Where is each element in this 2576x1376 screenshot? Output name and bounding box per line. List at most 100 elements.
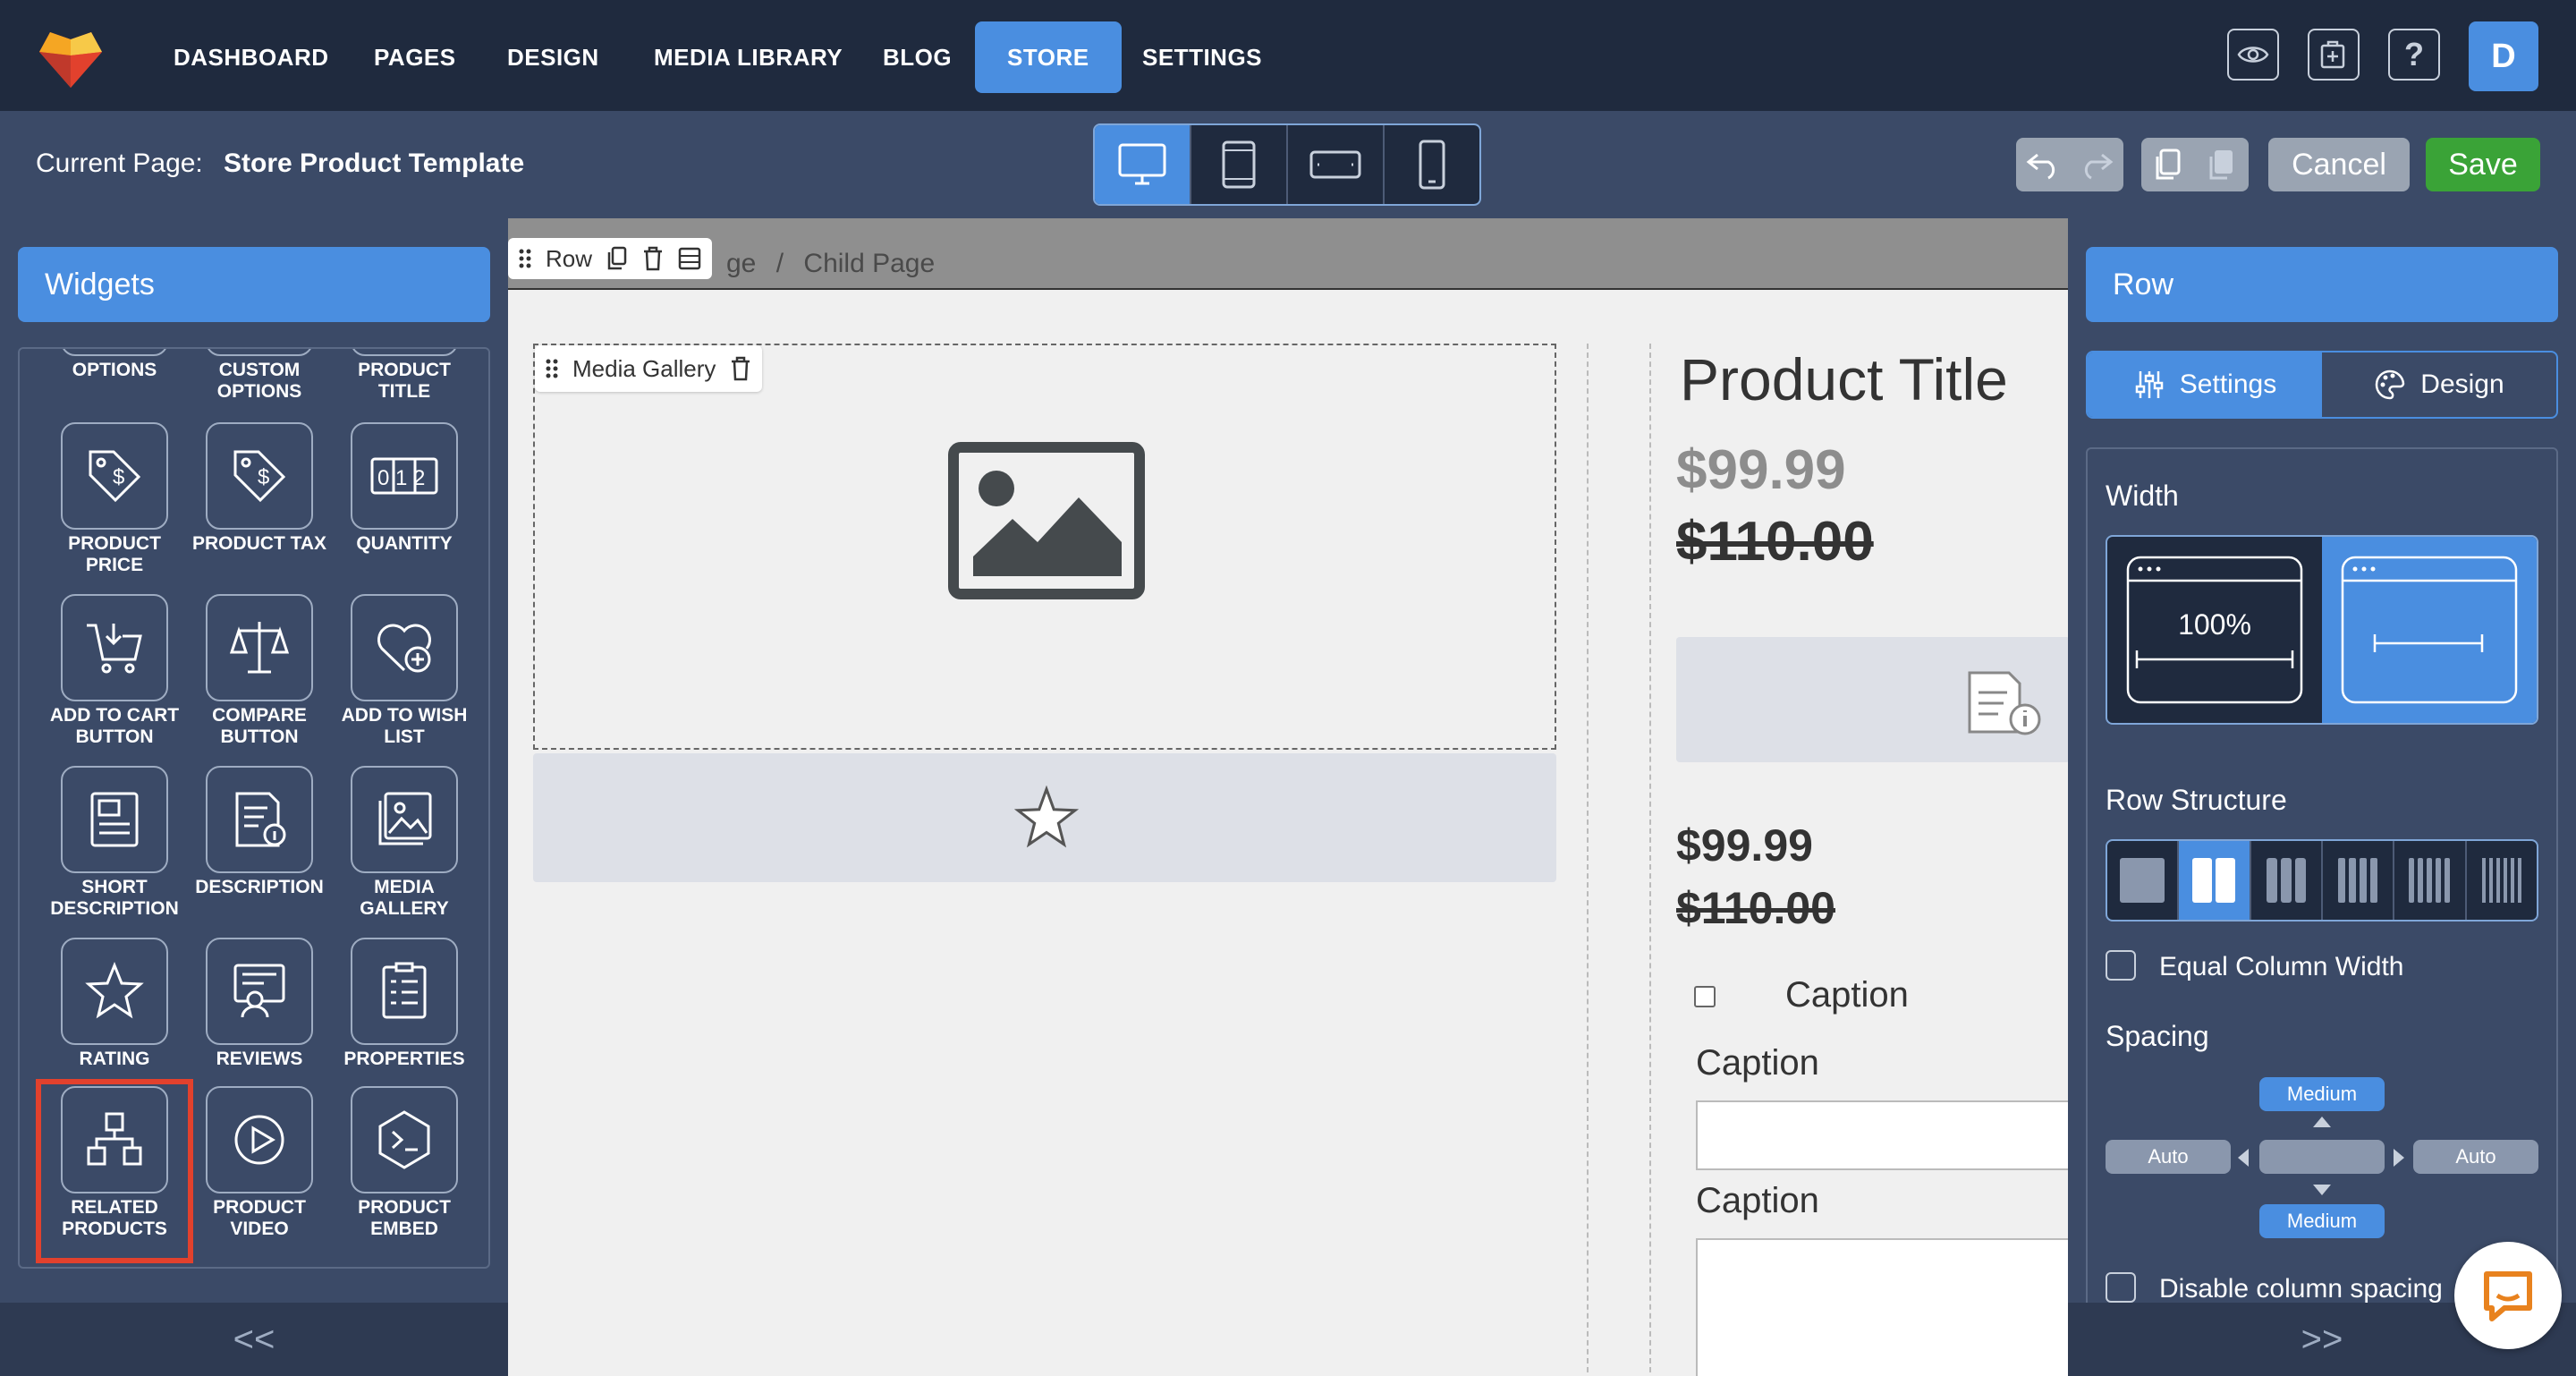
scale-icon [206, 594, 313, 701]
widget-rating[interactable]: RATING [43, 938, 186, 1070]
widget-product-title[interactable]: PRODUCT TITLE [333, 349, 476, 403]
drag-handle-icon[interactable] [519, 248, 531, 269]
structure-5-col[interactable] [2394, 841, 2467, 920]
cancel-button[interactable]: Cancel [2268, 138, 2410, 191]
width-full-option[interactable]: 100% [2107, 537, 2322, 723]
tab-settings[interactable]: Settings [2088, 352, 2322, 417]
preview-eye-button[interactable] [2227, 29, 2279, 81]
collapse-left-button[interactable]: << [0, 1303, 508, 1376]
save-button[interactable]: Save [2426, 138, 2540, 191]
widget-compare[interactable]: COMPARE BUTTON [188, 594, 331, 748]
widget-add-to-cart[interactable]: ADD TO CART BUTTON [43, 594, 186, 748]
row-structure-selector [2106, 839, 2538, 922]
rating-widget-placeholder[interactable] [533, 753, 1556, 882]
widget-product-embed[interactable]: PRODUCT EMBED [333, 1086, 476, 1240]
caption-input-label: Caption [1696, 1043, 1819, 1083]
chat-widget-button[interactable] [2454, 1242, 2562, 1349]
spacing-top-select[interactable]: Medium [2259, 1077, 2385, 1111]
widgets-header[interactable]: Widgets [18, 247, 490, 322]
tablet-view-button[interactable] [1191, 125, 1288, 204]
mobile-icon [1419, 140, 1445, 190]
row-tool-label: Row [546, 244, 593, 272]
paste-icon [2209, 150, 2233, 180]
breadcrumb-parent[interactable]: ge [726, 249, 756, 278]
copy-icon [2156, 149, 2181, 180]
row-structure-label: Row Structure [2106, 784, 2287, 816]
disable-spacing-checkbox[interactable] [2106, 1272, 2136, 1303]
nav-store[interactable]: STORE [975, 21, 1122, 93]
width-boxed-option[interactable] [2322, 537, 2537, 723]
nav-settings[interactable]: SETTINGS [1142, 21, 1262, 93]
building-plus-icon [2320, 40, 2345, 69]
widget-description[interactable]: DESCRIPTION [188, 766, 331, 898]
nav-blog[interactable]: BLOG [883, 21, 952, 93]
desktop-view-button[interactable] [1095, 125, 1191, 204]
structure-4-col[interactable] [2323, 841, 2395, 920]
widget-short-description[interactable]: SHORT DESCRIPTION [43, 766, 186, 920]
trash-icon[interactable] [642, 246, 664, 271]
structure-3-col[interactable] [2251, 841, 2323, 920]
widget-product-video[interactable]: PRODUCT VIDEO [188, 1086, 331, 1240]
paste-button[interactable] [2195, 138, 2249, 191]
widget-custom-options[interactable]: CUSTOM OPTIONS [188, 349, 331, 403]
spacing-right-select[interactable]: Auto [2413, 1140, 2538, 1174]
undo-button[interactable] [2016, 138, 2070, 191]
properties-header: Row [2086, 247, 2558, 322]
tab-settings-label: Settings [2179, 369, 2277, 399]
structure-1-col[interactable] [2107, 841, 2180, 920]
duplicate-icon[interactable] [606, 246, 628, 271]
svg-text:0 1 2: 0 1 2 [377, 466, 425, 490]
redo-button[interactable] [2070, 138, 2123, 191]
caption-checkbox[interactable] [1694, 986, 1716, 1007]
image-placeholder-icon [948, 442, 1145, 599]
row-layout-icon[interactable] [678, 247, 701, 270]
widget-media-gallery[interactable]: MEDIA GALLERY [333, 766, 476, 920]
heart-plus-icon [351, 594, 458, 701]
spacing-left-select[interactable]: Auto [2106, 1140, 2231, 1174]
widget-options[interactable]: OPTIONS [43, 349, 186, 381]
copy-button[interactable] [2141, 138, 2195, 191]
widget-properties[interactable]: PROPERTIES [333, 938, 476, 1070]
tablet-landscape-view-button[interactable] [1288, 125, 1385, 204]
nav-dashboard[interactable]: DASHBOARD [174, 21, 329, 93]
page-canvas[interactable]: ge / Child Page Row Media Gallery Produc… [508, 218, 2068, 1376]
disable-spacing-label: Disable column spacing [2159, 1274, 2443, 1304]
properties-tabs: Settings Design [2086, 351, 2558, 419]
breadcrumb-child[interactable]: Child Page [803, 249, 935, 278]
media-gallery-widget[interactable] [533, 344, 1556, 750]
widget-quantity[interactable]: 0 1 2 QUANTITY [333, 422, 476, 555]
options-icon [61, 349, 168, 356]
tab-design[interactable]: Design [2322, 352, 2556, 417]
structure-2-col[interactable] [2179, 841, 2251, 920]
caret-left-icon [2238, 1149, 2249, 1167]
nav-design[interactable]: DESIGN [507, 21, 599, 93]
structure-6-col[interactable] [2467, 841, 2537, 920]
mobile-view-button[interactable] [1385, 125, 1479, 204]
equal-width-checkbox[interactable] [2106, 950, 2136, 981]
widgets-panel: Widgets OPTIONS CUSTOM OPTIONS PRODUCT T… [0, 218, 508, 1376]
editor-toolbar: Current Page: Store Product Template Can… [0, 111, 2576, 218]
caption-input[interactable] [1696, 1100, 2068, 1170]
nav-pages[interactable]: PAGES [374, 21, 456, 93]
widget-reviews[interactable]: REVIEWS [188, 938, 331, 1070]
trash-icon[interactable] [730, 356, 751, 381]
caret-down-icon [2313, 1185, 2331, 1195]
logo-icon[interactable] [34, 20, 107, 93]
caption-textarea[interactable] [1696, 1238, 2068, 1376]
user-avatar[interactable]: D [2469, 21, 2538, 91]
widget-product-price[interactable]: $ PRODUCT PRICE [43, 422, 186, 576]
custom-options-icon [206, 349, 313, 356]
spacing-bottom-select[interactable]: Medium [2259, 1204, 2385, 1238]
caption-checkbox-label: Caption [1785, 975, 1909, 1015]
spacing-center-box [2259, 1140, 2385, 1174]
add-page-button[interactable] [2308, 29, 2360, 81]
description-widget-placeholder[interactable] [1676, 637, 2068, 762]
svg-text:$: $ [258, 465, 269, 489]
widget-product-tax[interactable]: $ PRODUCT TAX [188, 422, 331, 555]
widget-wish-list[interactable]: ADD TO WISH LIST [333, 594, 476, 748]
help-button[interactable]: ? [2388, 29, 2440, 81]
tablet-landscape-icon [1309, 150, 1361, 179]
drag-handle-icon[interactable] [546, 358, 558, 379]
nav-media-library[interactable]: MEDIA LIBRARY [654, 21, 843, 93]
product-price: $99.99 [1676, 439, 1846, 501]
